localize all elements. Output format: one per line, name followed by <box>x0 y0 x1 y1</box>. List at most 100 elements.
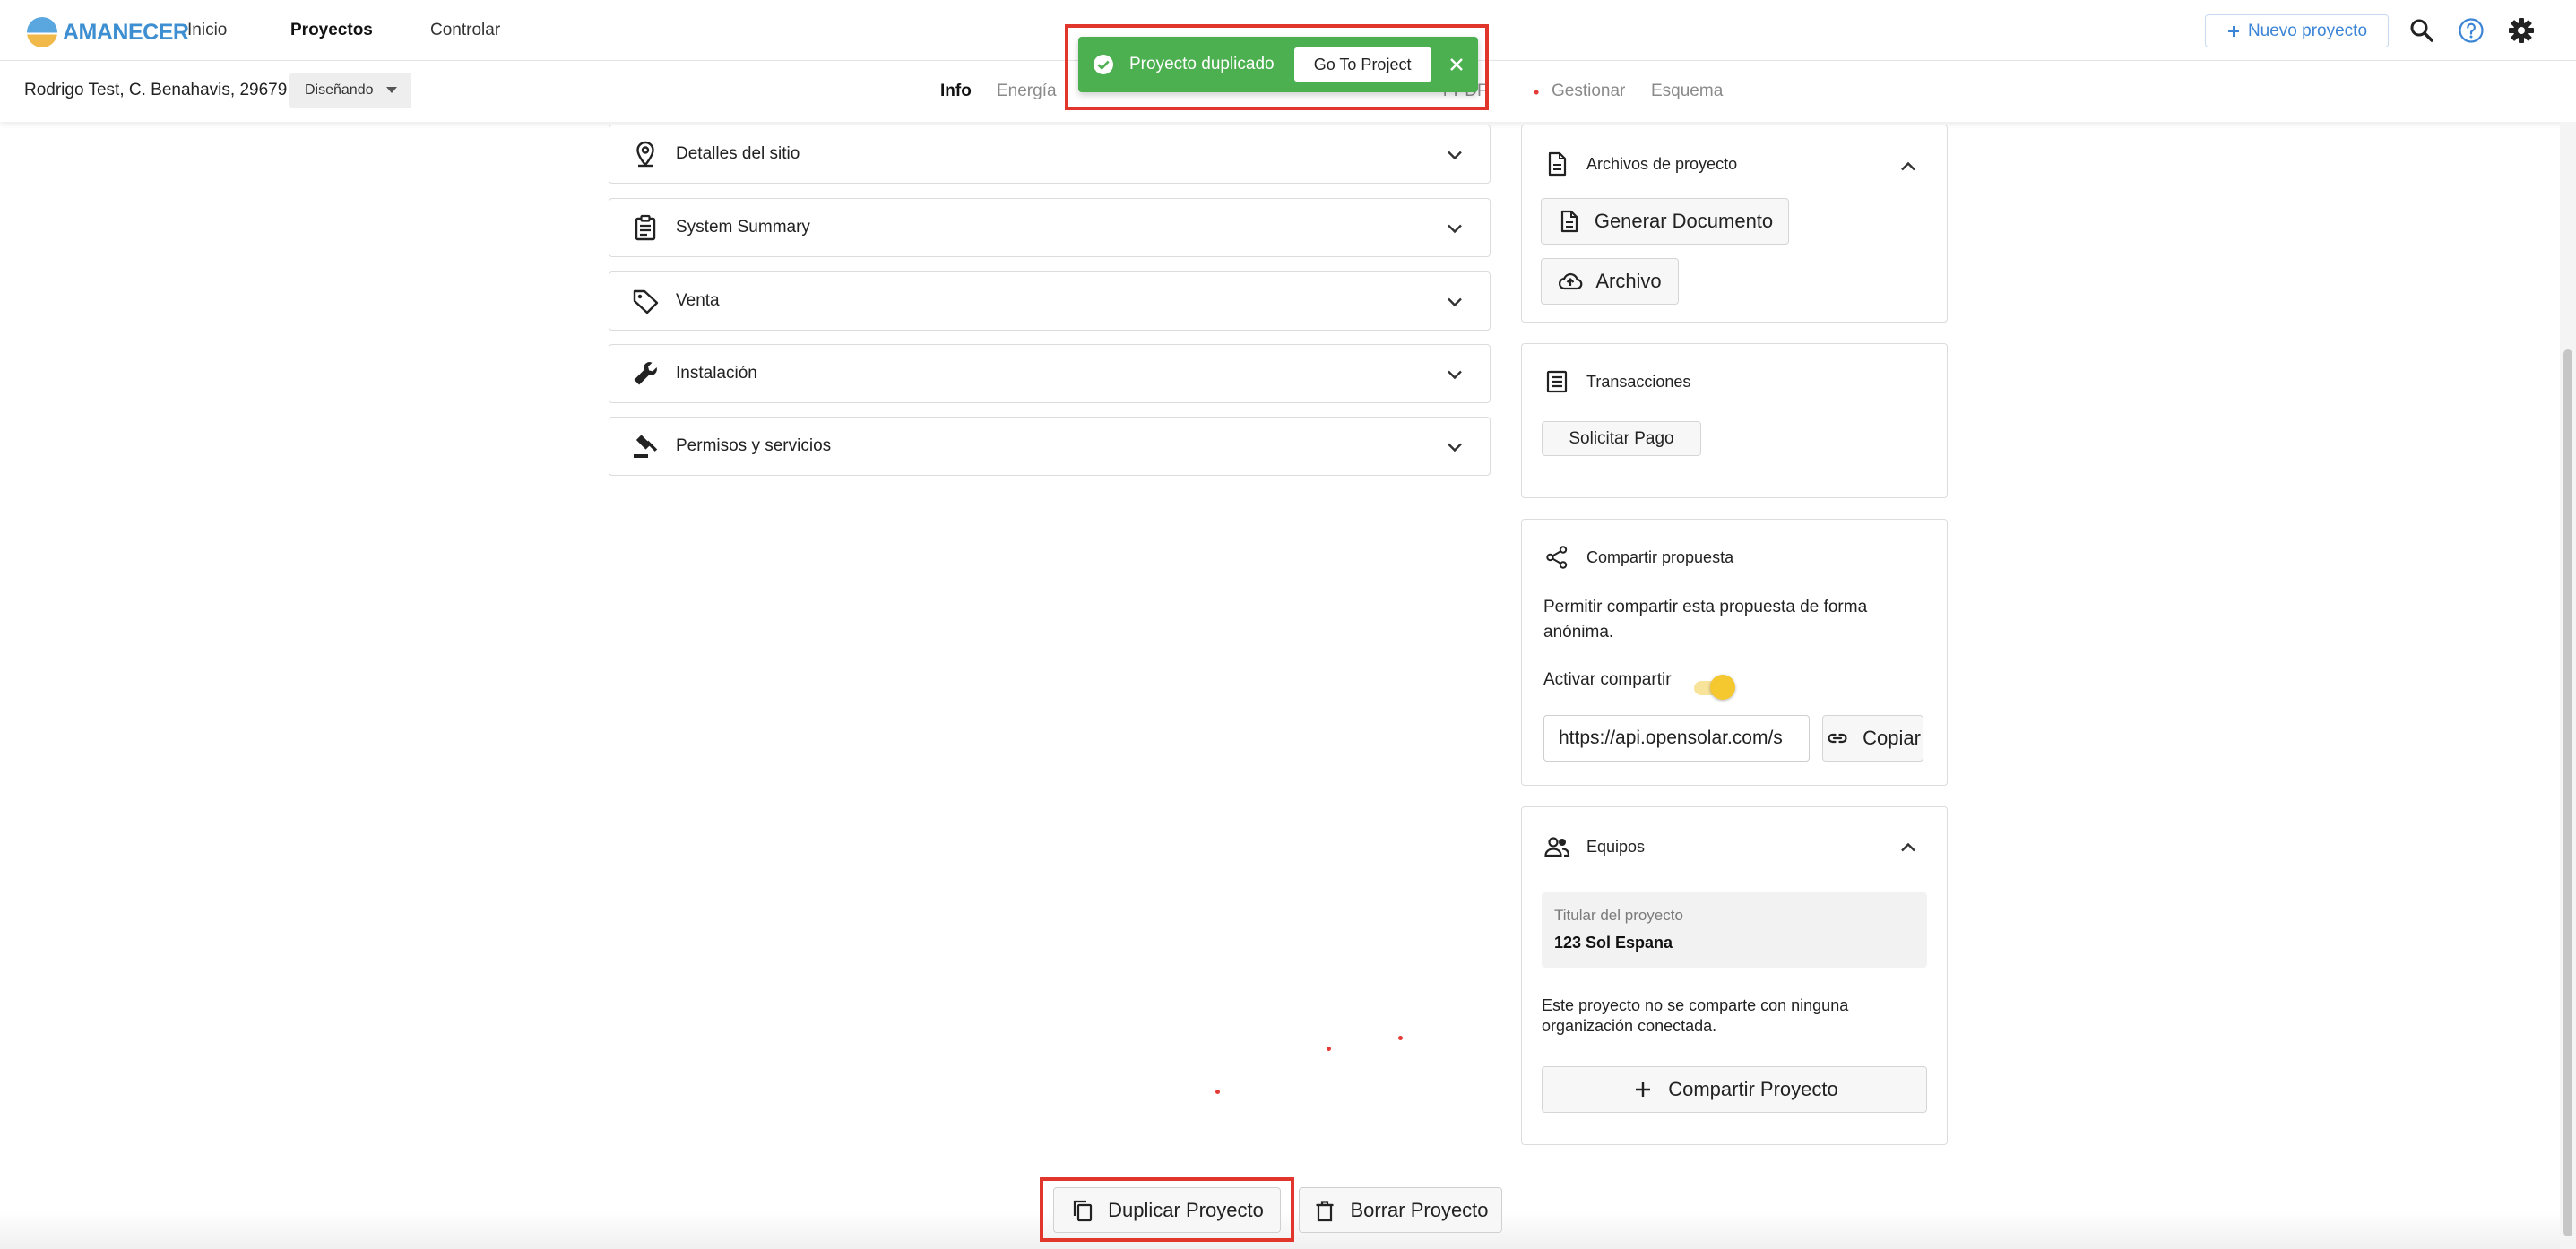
copy-link-label: Copiar <box>1863 727 1921 749</box>
nav-item-inicio[interactable]: Inicio <box>187 21 227 40</box>
upload-file-button[interactable]: Archivo <box>1541 258 1679 305</box>
request-payment-button[interactable]: Solicitar Pago <box>1542 421 1701 456</box>
activate-sharing-toggle[interactable] <box>1690 674 1737 701</box>
share-proposal-card: Compartir propuesta Permitir compartir e… <box>1521 519 1948 786</box>
clipboard-icon <box>635 214 656 241</box>
section-detalles-del-sitio[interactable]: Detalles del sitio <box>609 125 1491 184</box>
brand-logo[interactable]: AMANECER <box>27 17 189 47</box>
close-icon[interactable] <box>1446 54 1467 75</box>
link-icon <box>1828 733 1847 744</box>
section-venta[interactable]: Venta <box>609 271 1491 331</box>
scrollbar-thumb[interactable] <box>2563 349 2572 1236</box>
cloud-upload-icon <box>1559 272 1583 290</box>
sun-logo-icon <box>27 17 57 47</box>
chevron-down-icon[interactable] <box>1443 217 1466 240</box>
chevron-up-icon[interactable] <box>1897 836 1920 859</box>
project-files-header: Archivos de proyecto <box>1543 151 1737 177</box>
search-icon[interactable] <box>2407 16 2436 45</box>
plus-icon <box>2227 25 2239 37</box>
document-icon <box>1548 151 1567 177</box>
copy-icon <box>1074 1200 1093 1221</box>
section-instalacion[interactable]: Instalación <box>609 344 1491 403</box>
share-proposal-title: Compartir propuesta <box>1586 547 1734 566</box>
delete-project-button[interactable]: Borrar Proyecto <box>1299 1187 1502 1233</box>
chevron-down-icon[interactable] <box>1443 290 1466 314</box>
chevron-down-icon[interactable] <box>1443 435 1466 459</box>
copy-link-button[interactable]: Copiar <box>1822 715 1923 762</box>
toast-notification: Proyecto duplicado Go To Project <box>1078 37 1478 92</box>
section-label: Instalación <box>676 364 757 383</box>
caret-down-icon <box>385 87 397 93</box>
share-url-field[interactable]: https://api.opensolar.com/s <box>1543 715 1810 762</box>
share-project-label: Compartir Proyecto <box>1668 1078 1838 1100</box>
gear-icon[interactable] <box>2507 16 2536 45</box>
duplicate-project-button[interactable]: Duplicar Proyecto <box>1053 1187 1281 1233</box>
transactions-header: Transacciones <box>1543 368 1690 395</box>
share-icon <box>1546 546 1568 569</box>
section-permisos-y-servicios[interactable]: Permisos y servicios <box>609 417 1491 476</box>
transactions-card: Transacciones Solicitar Pago <box>1521 343 1948 498</box>
red-dot <box>1215 1090 1220 1094</box>
section-label: Detalles del sitio <box>676 144 800 163</box>
tab-info[interactable]: Info <box>940 82 972 101</box>
red-dot <box>1327 1047 1331 1051</box>
teams-header: Equipos <box>1543 833 1645 860</box>
project-owner-name: 123 Sol Espana <box>1554 934 1673 952</box>
project-address: Rodrigo Test, C. Benahavis, 29679 <box>24 81 288 99</box>
duplicate-project-label: Duplicar Proyecto <box>1108 1198 1264 1221</box>
go-to-project-button[interactable]: Go To Project <box>1293 47 1431 82</box>
share-description-line2: anónima. <box>1543 623 1614 642</box>
teams-title: Equipos <box>1586 837 1646 856</box>
project-files-card: Archivos de proyecto Generar Documento A… <box>1521 125 1948 323</box>
generate-document-button[interactable]: Generar Documento <box>1541 198 1789 245</box>
gavel-icon <box>634 435 658 458</box>
tag-icon <box>633 289 659 314</box>
section-label: System Summary <box>676 218 810 237</box>
chevron-down-icon[interactable] <box>1443 363 1466 386</box>
transactions-title: Transacciones <box>1586 372 1691 391</box>
red-dot <box>1398 1036 1403 1040</box>
project-owner-box: Titular del proyecto 123 Sol Espana <box>1542 892 1927 968</box>
teams-card: Equipos Titular del proyecto 123 Sol Esp… <box>1521 806 1948 1145</box>
tab-energia[interactable]: Energía <box>997 82 1057 101</box>
share-project-button[interactable]: Compartir Proyecto <box>1542 1066 1927 1113</box>
plus-icon <box>1636 1082 1651 1097</box>
project-files-title: Archivos de proyecto <box>1586 154 1738 173</box>
chevron-down-icon[interactable] <box>1443 143 1466 167</box>
section-label: Venta <box>676 291 720 310</box>
sharing-note: Este proyecto no se comparte con ninguna… <box>1542 995 1848 1037</box>
share-proposal-header: Compartir propuesta <box>1543 544 1733 571</box>
section-system-summary[interactable]: System Summary <box>609 198 1491 257</box>
new-project-button[interactable]: Nuevo proyecto <box>2205 14 2389 47</box>
nav-item-controlar[interactable]: Controlar <box>430 21 500 40</box>
location-pin-icon <box>636 141 654 168</box>
tab-gestionar[interactable]: Gestionar <box>1552 82 1625 101</box>
share-description: Permitir compartir esta propuesta de for… <box>1543 595 1867 645</box>
nav-item-proyectos[interactable]: Proyectos <box>290 21 373 40</box>
new-project-label: Nuevo proyecto <box>2247 21 2368 40</box>
project-owner-label: Titular del proyecto <box>1554 907 1683 924</box>
share-description-line1: Permitir compartir esta propuesta de for… <box>1543 598 1868 616</box>
help-icon[interactable] <box>2457 16 2485 45</box>
toggle-knob <box>1710 675 1735 700</box>
toast-message: Proyecto duplicado <box>1129 55 1275 73</box>
people-icon <box>1544 837 1570 857</box>
project-status-dropdown[interactable]: Diseñando <box>289 73 411 108</box>
trash-icon <box>1316 1200 1334 1221</box>
tab-esquema[interactable]: Esquema <box>1651 82 1723 101</box>
check-circle-icon <box>1094 55 1113 74</box>
section-label: Permisos y servicios <box>676 436 832 455</box>
sharing-note-line2: organización conectada. <box>1542 1017 1717 1035</box>
document-icon <box>1560 210 1578 233</box>
brand-name: AMANECER <box>63 19 189 45</box>
wrench-icon <box>634 361 657 385</box>
generate-document-label: Generar Documento <box>1594 210 1774 232</box>
delete-project-label: Borrar Proyecto <box>1350 1198 1489 1221</box>
upload-file-label: Archivo <box>1595 270 1662 292</box>
project-status-value: Diseñando <box>305 82 374 98</box>
tab-alert-dot: • <box>1534 83 1540 101</box>
sharing-note-line1: Este proyecto no se comparte con ninguna <box>1542 996 1849 1014</box>
list-icon <box>1546 370 1568 393</box>
activate-sharing-label: Activar compartir <box>1543 670 1672 689</box>
chevron-up-icon[interactable] <box>1897 155 1920 178</box>
